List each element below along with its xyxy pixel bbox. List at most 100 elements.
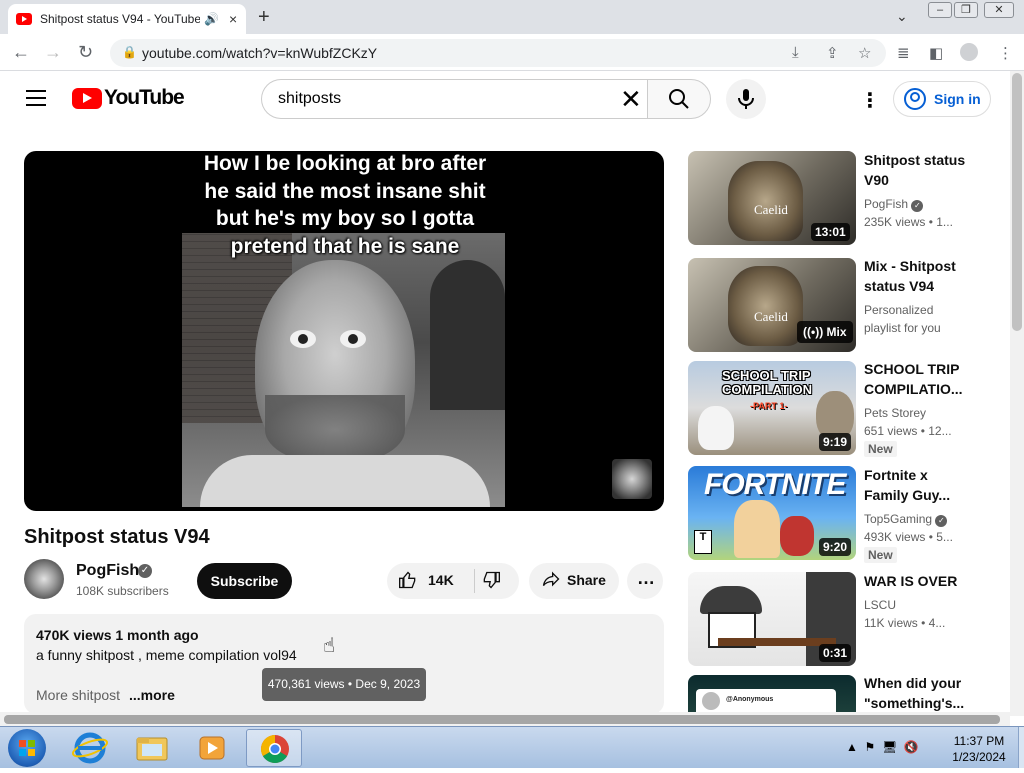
side-panel-icon[interactable]: ◧ [929,44,943,62]
new-tab-button[interactable]: + [258,6,270,29]
sidebar-title[interactable]: Mix - Shitpost status V94 [864,256,974,296]
url-text[interactable]: youtube.com/watch?v=knWubfZCKzY [142,45,377,61]
description-more-link[interactable]: ...more [129,687,175,703]
channel-avatar[interactable] [24,559,64,599]
video-duration: 9:19 [819,433,852,451]
thumbnail-cat [698,406,734,450]
minimize-button[interactable]: – [928,2,952,18]
audio-playing-icon[interactable]: 🔊 [204,12,219,26]
close-window-button[interactable]: ✕ [984,2,1014,18]
bookmark-star-icon[interactable]: ☆ [858,44,871,62]
thumbnail-avatar [702,692,720,710]
browser-tab[interactable]: Shitpost status V94 - YouTube 🔊 × [8,4,246,34]
verified-check-icon: ✓ [911,200,924,212]
sidebar-thumbnail[interactable]: FORTNITE T 9:20 [688,466,856,560]
clock-date: 1/23/2024 [952,750,1006,764]
esrb-rating-icon: T [694,530,712,554]
tab-close-icon[interactable]: × [229,11,237,27]
search-input-value[interactable]: shitposts [278,90,341,108]
share-page-icon[interactable]: ⇪ [826,44,839,62]
horizontal-scrollbar-thumb[interactable] [4,715,1000,724]
sidebar-meta: 493K views • 5... [864,530,953,544]
taskbar-clock[interactable]: 11:37 PM 1/23/2024 [944,733,1014,765]
sidebar-channel: Personalized [864,303,934,317]
start-button[interactable] [8,729,46,767]
sidebar-thumbnail[interactable]: Caelid ((•)) Mix [688,258,856,352]
sidebar-channel[interactable]: Top5Gaming ✓ [864,510,948,528]
settings-kebab-icon[interactable]: ⋮ [860,88,880,113]
video-trees [430,260,505,410]
search-button[interactable] [647,79,711,119]
profile-avatar-icon[interactable] [960,43,978,61]
taskbar-chrome[interactable] [246,729,302,767]
verified-check-icon: ✓ [138,564,152,578]
thumbnail-character [734,500,780,558]
system-tray-icons[interactable]: ▲ ⚑ 🖥 🔇 [846,740,919,754]
sidebar-title[interactable]: SCHOOL TRIP COMPILATIO... [864,359,974,399]
video-duration: 9:20 [819,538,852,556]
subscriber-count: 108K subscribers [76,584,169,598]
description-text: a funny shitpost , meme compilation vol9… [36,647,297,663]
sidebar-title[interactable]: WAR IS OVER [864,571,974,591]
media-control-icon[interactable]: ≣ [897,44,910,62]
share-icon [540,569,562,594]
new-badge: New [864,441,897,457]
channel-watermark[interactable] [612,459,652,499]
sidebar-thumbnail[interactable]: @Anonymous [688,675,856,712]
hamburger-menu-icon[interactable] [26,90,46,106]
reload-button[interactable]: ↻ [78,42,93,63]
thumbnail-text: Caelid [754,202,788,217]
show-desktop-button[interactable] [1018,727,1024,768]
new-badge: New [864,547,897,563]
like-icon[interactable] [398,570,418,595]
sidebar-title[interactable]: Shitpost status V90 [864,150,974,190]
thumbnail-helmet [700,586,762,614]
sidebar-title[interactable]: Fortnite x Family Guy... [864,465,974,505]
chrome-menu-icon[interactable]: ⋮ [998,44,1013,62]
description-meta: 470K views 1 month ago [36,627,199,643]
thumbnail-character2 [780,516,814,556]
back-button[interactable]: ← [12,42,30,63]
lock-icon[interactable]: 🔒 [122,45,137,59]
thumbnail-text: FORTNITE [704,468,846,501]
sidebar-title[interactable]: When did your "something's... [864,673,974,713]
youtube-logo-text[interactable]: YouTube [104,86,185,110]
account-circle-icon [904,88,926,110]
views-tooltip: 470,361 views • Dec 9, 2023 [262,668,426,701]
internet-explorer-icon [71,732,109,764]
clock-time: 11:37 PM [953,734,1005,748]
dislike-icon[interactable] [481,570,501,595]
taskbar-media-player[interactable] [184,729,240,767]
youtube-logo-icon[interactable] [72,88,102,109]
sidebar-thumbnail[interactable]: Caelid 13:01 [688,151,856,245]
taskbar-ie[interactable] [62,729,118,767]
chrome-icon [261,735,289,763]
voice-search-button[interactable] [726,79,766,119]
sidebar-thumbnail[interactable]: 0:31 [688,572,856,666]
install-app-icon[interactable]: ⤓ [792,44,799,61]
tab-search-chevron-icon[interactable]: ⌄ [896,8,908,25]
restore-button[interactable]: ❐ [954,2,978,18]
more-horizontal-icon: … [637,568,655,588]
media-player-icon [199,736,225,760]
subscribe-button[interactable]: Subscribe [197,563,292,599]
taskbar-explorer[interactable] [124,729,180,767]
windows-logo-icon [19,740,35,756]
forward-button[interactable]: → [44,42,62,63]
sidebar-channel[interactable]: PogFish ✓ [864,195,924,213]
youtube-favicon-icon [16,13,32,25]
channel-name[interactable]: PogFish [76,562,139,580]
like-count[interactable]: 14K [428,572,454,588]
clear-search-icon[interactable]: ✕ [620,84,642,114]
description-more-text: More shitpost [36,687,121,703]
video-caption: How I be looking at bro after he said th… [203,152,487,258]
video-duration: 0:31 [819,644,852,662]
sidebar-thumbnail[interactable]: SCHOOL TRIP COMPILATION -PART 1- 9:19 [688,361,856,455]
sidebar-meta: 651 views • 12... [864,424,952,438]
video-title: Shitpost status V94 [24,526,210,548]
search-icon [669,89,689,109]
sidebar-meta: 11K views • 4... [864,616,946,630]
vertical-scrollbar-thumb[interactable] [1012,73,1022,331]
sign-in-button[interactable]: Sign in [893,81,991,117]
share-label[interactable]: Share [567,572,606,588]
